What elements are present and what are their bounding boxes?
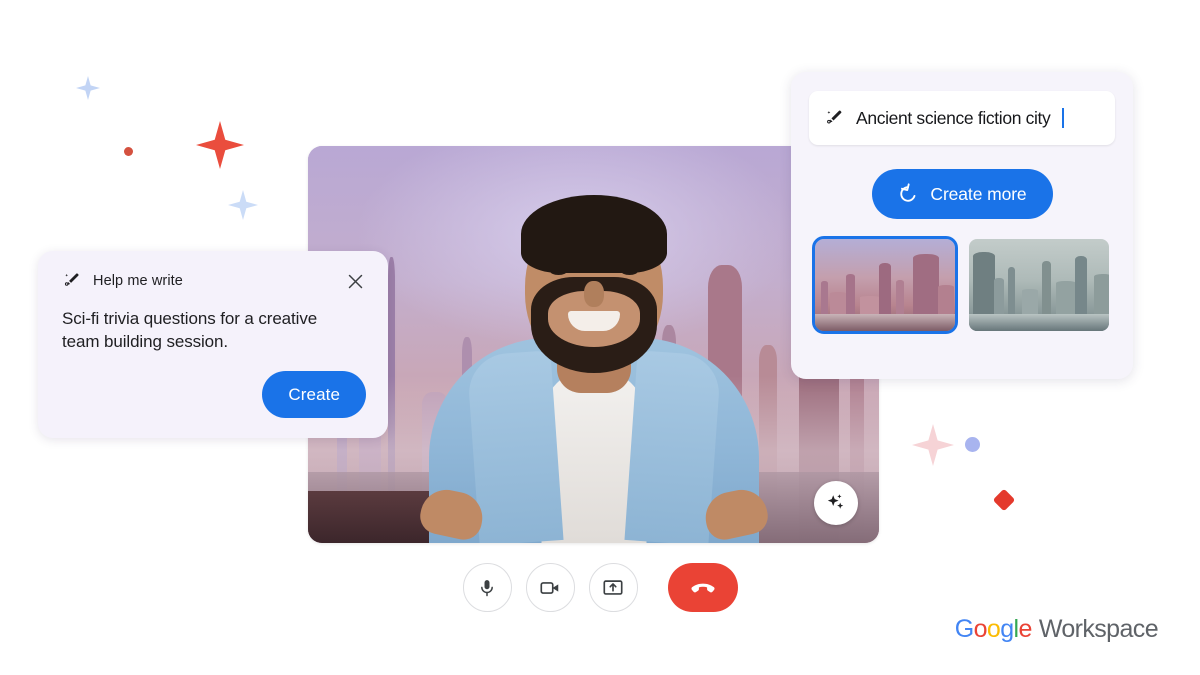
google-wordmark: Google	[954, 615, 1033, 643]
close-icon[interactable]	[344, 270, 366, 292]
create-more-button[interactable]: Create more	[871, 169, 1053, 219]
thumbnail-grey-sci-fi-city[interactable]	[969, 239, 1109, 331]
microphone-button[interactable]	[462, 563, 512, 612]
dot-red-small-icon	[124, 147, 133, 156]
text-cursor	[1062, 108, 1065, 128]
workspace-wordmark: Workspace	[1038, 615, 1159, 643]
generated-image-results	[809, 236, 1115, 334]
camera-button[interactable]	[525, 563, 575, 612]
present-button[interactable]	[588, 563, 638, 612]
create-more-label: Create more	[930, 183, 1027, 204]
phone-hangup-icon	[690, 583, 715, 592]
canvas: Help me write Sci-fi trivia questions fo…	[0, 0, 1200, 675]
star-pink-medium-icon	[912, 424, 954, 466]
hangup-button[interactable]	[667, 563, 738, 612]
refresh-icon	[900, 183, 916, 202]
sparkle-icon	[827, 494, 844, 509]
dot-periwinkle-icon	[965, 437, 980, 452]
video-camera-icon	[540, 581, 559, 594]
image-prompt-value: Ancient science fiction city	[856, 107, 1051, 128]
star-red-large-icon	[196, 121, 244, 169]
help-me-write-prompt-text: Sci-fi trivia questions for a creative t…	[62, 309, 318, 352]
participant-avatar	[416, 195, 771, 543]
image-generation-panel: Ancient science fiction city Create more	[791, 72, 1133, 379]
help-me-write-card: Help me write Sci-fi trivia questions fo…	[38, 251, 388, 438]
create-button[interactable]: Create	[262, 371, 366, 418]
thumbnail-pink-sci-fi-city[interactable]	[812, 236, 958, 334]
star-blue-small-icon	[76, 76, 100, 100]
ai-effects-button[interactable]	[814, 481, 858, 525]
help-me-write-title: Help me write	[93, 273, 183, 289]
star-blue-medium-icon	[228, 190, 258, 220]
diamond-red-small-icon	[992, 488, 1016, 512]
microphone-icon	[481, 579, 493, 596]
google-workspace-logo: Google Workspace	[954, 615, 1159, 644]
image-prompt-input[interactable]: Ancient science fiction city	[809, 91, 1115, 145]
call-controls-toolbar	[0, 563, 1200, 612]
help-me-write-header: Help me write	[62, 270, 366, 292]
present-screen-icon	[603, 579, 623, 595]
magic-wand-icon	[64, 273, 79, 286]
magic-wand-icon	[827, 109, 842, 123]
